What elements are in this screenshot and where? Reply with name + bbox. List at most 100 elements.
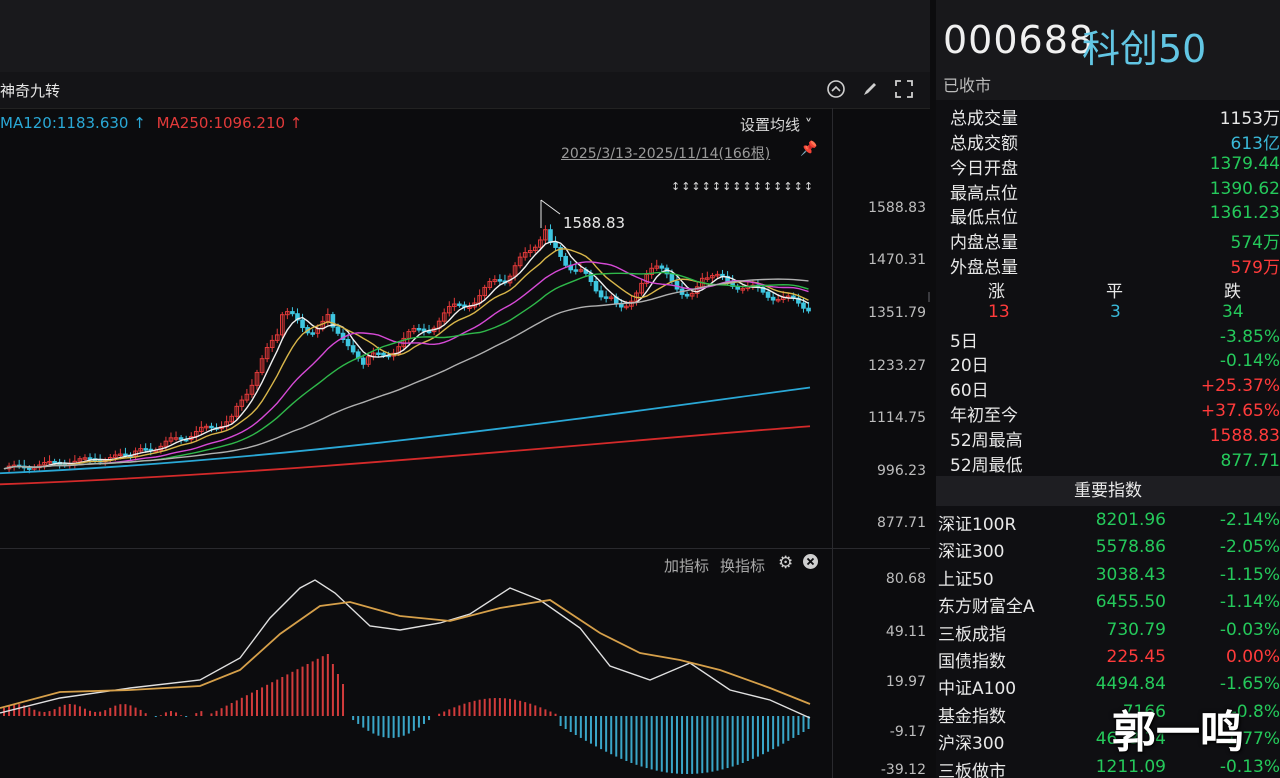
index-change: -1.65%: [1219, 674, 1280, 695]
stat-value: 613亿: [1230, 134, 1280, 154]
stat-value: 1379.44: [1209, 154, 1280, 174]
advance-flat-label: 平: [1106, 282, 1123, 302]
period-row: 60日 +25.37%: [950, 376, 1280, 401]
macd-dea-line: [0, 599, 811, 709]
index-row[interactable]: 国债指数 225.45 0.00%: [938, 647, 1280, 674]
chart-area[interactable]: 神奇九转 MA120:1183.630 ↑ MA250:1096.210 ↑ 设…: [0, 0, 930, 778]
index-name: 深证300: [938, 542, 1005, 563]
price-axis-label: 1233.27: [868, 358, 926, 374]
period-row: 52周最高 1588.83: [950, 426, 1280, 451]
quote-panel: 000688 科创50 已收市 总成交量 1153万 总成交额 613亿 今日开盘 137…: [936, 0, 1280, 778]
quote-stat-row: 最低点位 1361.23: [950, 203, 1280, 228]
candle-body: [416, 327, 422, 331]
quote-stat-row: 外盘总量 579万: [950, 253, 1280, 278]
candle-body: [178, 437, 184, 440]
stock-code: 000688: [943, 18, 1095, 62]
candle-body: [573, 269, 579, 272]
axis-divider: [832, 108, 833, 778]
stat-label: 总成交量: [950, 109, 1018, 129]
macd-axis-label: 49.11: [885, 624, 926, 640]
index-value: 225.45: [1106, 647, 1166, 667]
advance-up-count: 13: [988, 302, 1010, 322]
period-row: 5日 -3.85%: [950, 327, 1280, 352]
index-change: -0.03%: [1219, 619, 1280, 640]
collapse-icon[interactable]: [826, 79, 846, 99]
fullscreen-icon[interactable]: [894, 79, 914, 99]
candle-body: [310, 332, 315, 335]
index-value: 730.79: [1106, 619, 1166, 640]
high-price-label: 1588.83: [563, 214, 626, 232]
candle-body: [300, 319, 305, 329]
candle-body: [553, 241, 558, 248]
period-value: 1588.83: [1209, 426, 1280, 446]
candle-body: [765, 291, 771, 298]
candle-body: [123, 453, 128, 457]
price-axis-label: 1588.83: [868, 200, 926, 216]
period-value: -0.14%: [1219, 351, 1280, 371]
candle-body: [335, 326, 341, 334]
candle-body: [143, 448, 148, 451]
index-row[interactable]: 深证300 5578.86 -2.05%: [938, 537, 1280, 564]
candle-body: [87, 457, 93, 460]
period-label: 52周最高: [950, 431, 1023, 451]
candle-body: [360, 357, 366, 365]
index-value: 4494.84: [1095, 674, 1166, 695]
index-value: 5578.86: [1095, 537, 1166, 558]
period-row: 20日 -0.14%: [950, 351, 1280, 376]
candle-body: [659, 265, 665, 269]
period-label: 20日: [950, 356, 989, 376]
candlestick-chart[interactable]: [0, 108, 832, 548]
candle-body: [350, 345, 356, 353]
period-label: 年初至今: [950, 406, 1018, 426]
candle-body: [770, 296, 776, 301]
index-row[interactable]: 东方财富全A 6455.50 -1.14%: [938, 592, 1280, 619]
stat-value: 1153万: [1219, 109, 1280, 129]
candle-body: [684, 293, 690, 297]
period-row: 52周最低 877.71: [950, 451, 1280, 476]
quote-stat-row: 总成交额 613亿: [950, 129, 1280, 154]
index-row[interactable]: 深证100R 8201.96 -2.14%: [938, 510, 1280, 537]
advance-up-label: 涨: [988, 282, 1005, 302]
stat-value: 1361.23: [1209, 203, 1280, 223]
index-name: 基金指数: [938, 706, 1006, 727]
price-axis-label: 996.23: [877, 463, 926, 479]
period-label: 5日: [950, 332, 978, 352]
chart-top-strip: [0, 0, 930, 72]
watermark: 郭一鸣: [1112, 707, 1244, 758]
macd-histogram: [3, 654, 810, 774]
macd-axis-label: 19.97: [885, 674, 926, 690]
index-name: 沪深300: [938, 734, 1005, 755]
period-label: 60日: [950, 381, 989, 401]
index-row[interactable]: 上证50 3038.43 -1.15%: [938, 565, 1280, 592]
pen-icon[interactable]: [860, 79, 880, 99]
period-value: +37.65%: [1200, 401, 1280, 421]
indicator-bar: [0, 72, 930, 109]
index-name: 深证100R: [938, 515, 1017, 535]
index-change: 0.00%: [1225, 647, 1280, 667]
candle-body: [290, 311, 295, 315]
advance-down-label: 跌: [1224, 282, 1241, 302]
macd-chart[interactable]: [0, 548, 832, 778]
index-value: 8201.96: [1095, 510, 1166, 530]
candle-body: [806, 307, 811, 312]
candle-body: [52, 460, 57, 464]
period-value: 877.71: [1220, 451, 1280, 471]
candle-body: [563, 255, 568, 266]
index-row[interactable]: 三板成指 730.79 -0.03%: [938, 620, 1280, 647]
indices-header[interactable]: 重要指数: [936, 476, 1280, 506]
index-change: -2.05%: [1219, 537, 1280, 558]
candle-body: [801, 302, 806, 309]
price-axis-label: 1470.31: [868, 252, 926, 268]
high-marker: [540, 199, 561, 228]
market-status: 已收市: [943, 76, 992, 95]
candle-body: [497, 279, 503, 282]
period-value: +25.37%: [1200, 376, 1280, 396]
price-axis-label: 877.71: [877, 515, 926, 531]
stat-label: 最低点位: [950, 208, 1018, 228]
stock-name: 科创50: [1082, 27, 1207, 71]
index-name: 东方财富全A: [938, 597, 1035, 618]
indicator-name[interactable]: 神奇九转: [0, 80, 60, 101]
stat-value: 1390.62: [1209, 179, 1280, 199]
scroll-marker[interactable]: [928, 292, 930, 302]
macd-axis-label: 80.68: [885, 571, 926, 587]
